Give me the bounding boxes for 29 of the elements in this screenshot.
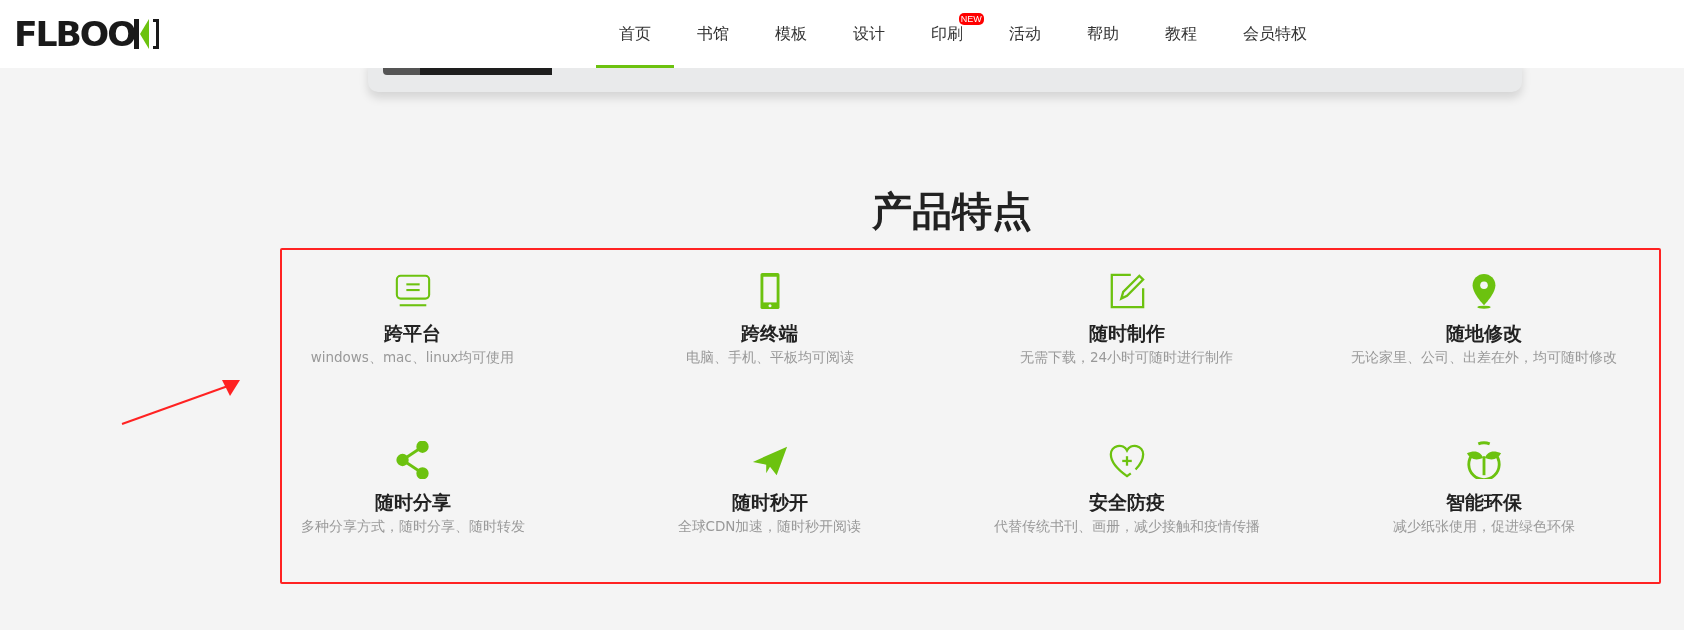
nav-tab[interactable]: 会员特权 (1219, 0, 1330, 68)
feature-description: 电脑、手机、平板均可阅读 (685, 349, 854, 367)
feature-description: windows、mac、linux均可使用 (310, 349, 515, 367)
feature-title: 随地修改 (1445, 321, 1522, 346)
feature-title: 智能环保 (1445, 490, 1522, 515)
nav-tab[interactable]: 帮助 (1063, 0, 1142, 68)
share-icon (393, 441, 432, 479)
feature-title: 安全防疫 (1088, 490, 1165, 515)
section-title: 产品特点 (872, 187, 1032, 236)
feature-title: 跨平台 (384, 321, 441, 346)
sprout-icon (1464, 441, 1503, 479)
feature-title: 随时制作 (1088, 321, 1165, 346)
nav-tab[interactable]: 活动 (985, 0, 1064, 68)
feature-title: 随时分享 (374, 490, 451, 515)
nav-tab[interactable]: 书馆 (673, 0, 752, 68)
feature-description: 无论家里、公司、出差在外，均可随时修改 (1350, 349, 1617, 367)
logo-mark-icon (133, 17, 162, 51)
feature-description: 全球CDN加速，随时秒开阅读 (677, 518, 862, 536)
feature-description: 减少纸张使用，促进绿色环保 (1392, 518, 1575, 536)
feature-description: 代替传统书刊、画册，减少接触和疫情传播 (993, 518, 1260, 536)
logo-text[interactable]: FLBOO (14, 14, 135, 54)
feature-description: 多种分享方式，随时分享、随时转发 (300, 518, 525, 536)
nav-tab[interactable]: 设计 (829, 0, 908, 68)
nav-tab[interactable]: 教程 (1141, 0, 1220, 68)
feature-title: 随时秒开 (731, 490, 808, 515)
nav-tab[interactable]: 模板 (751, 0, 830, 68)
feature-description: 无需下载，24小时可随时进行制作 (1019, 349, 1234, 367)
new-badge: NEW (958, 13, 984, 25)
feature-title: 跨终端 (741, 321, 798, 346)
